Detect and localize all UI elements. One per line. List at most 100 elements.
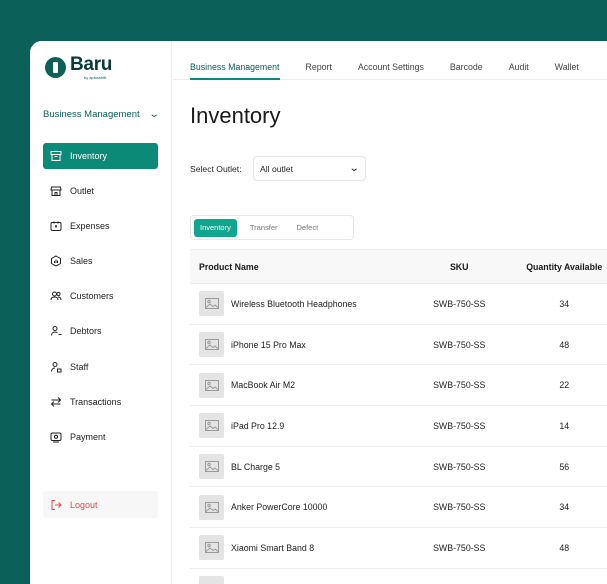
column-header-product-name[interactable]: Product Name xyxy=(190,262,410,272)
arrows-icon xyxy=(49,395,62,408)
chevron-down-icon: ⌄ xyxy=(148,109,160,120)
sidebar-nav: Inventory Outlet Expenses Sales Customer… xyxy=(43,143,158,459)
payment-icon xyxy=(49,430,62,443)
logout-icon xyxy=(49,498,62,511)
segment-control: Inventory Transfer Defect xyxy=(190,215,354,240)
sidebar-item-payment[interactable]: Payment xyxy=(43,424,158,450)
image-placeholder-icon xyxy=(199,291,224,317)
brand-name: Baru xyxy=(70,54,113,75)
brand-logo[interactable]: Baru by aplusshift xyxy=(45,55,112,80)
sidebar-item-inventory[interactable]: Inventory xyxy=(43,143,158,169)
tab-account-settings[interactable]: Account Settings xyxy=(358,41,424,80)
quantity-cell: 22 xyxy=(559,380,570,391)
quantity-cell: 14 xyxy=(559,420,570,431)
table-body: Wireless Bluetooth Headphones SWB-750-SS 3… xyxy=(190,284,607,584)
outlet-select[interactable]: All outlet ⌄ xyxy=(253,156,366,181)
app-window: Baru by aplusshift Business Management ⌄… xyxy=(30,41,607,584)
segment-transfer[interactable]: Transfer xyxy=(244,219,284,237)
section-selector-label: Business Management xyxy=(43,109,140,120)
table-header: Product Name SKU Quantity Available xyxy=(190,249,607,284)
table-row[interactable]: Anker PowerCore 10000 SWB-750-SS 34 xyxy=(190,487,607,529)
sidebar-item-expenses[interactable]: Expenses xyxy=(43,213,158,239)
logout-label: Logout xyxy=(70,499,98,510)
sidebar-item-label: Outlet xyxy=(70,186,95,197)
sidebar: Baru by aplusshift Business Management ⌄… xyxy=(30,41,172,584)
sales-icon xyxy=(49,255,62,268)
box-icon xyxy=(49,150,62,163)
table-row[interactable]: Wireless Bluetooth Headphones SWB-750-SS 3… xyxy=(190,284,607,325)
quantity-cell: 34 xyxy=(559,298,570,309)
tab-barcode[interactable]: Barcode xyxy=(450,41,483,80)
table-row[interactable]: BL Charge 5 SWB-750-SS 56 xyxy=(190,447,607,488)
product-name: iPhone 15 Pro Max xyxy=(231,339,306,350)
image-placeholder-icon xyxy=(199,413,224,439)
sku-cell: SWB-750-SS xyxy=(433,542,486,553)
product-name: Anker PowerCore 10000 xyxy=(231,502,328,513)
sku-cell: SWB-750-SS xyxy=(433,380,486,391)
staff-icon xyxy=(49,360,62,373)
sidebar-item-label: Transactions xyxy=(70,396,122,407)
column-header-sku[interactable]: SKU xyxy=(410,262,509,272)
sidebar-item-label: Sales xyxy=(70,256,93,267)
sidebar-item-label: Staff xyxy=(70,361,89,372)
table-row[interactable]: MacBook Air M2 SWB-750-SS 22 xyxy=(190,365,607,407)
sidebar-item-label: Inventory xyxy=(70,151,108,161)
sidebar-item-transactions[interactable]: Transactions xyxy=(43,389,158,415)
product-name: iPad Pro 12.9 xyxy=(231,420,285,431)
sku-cell: SWB-750-SS xyxy=(433,298,486,309)
sidebar-item-staff[interactable]: Staff xyxy=(43,354,158,380)
outlet-select-label: Select Outlet: xyxy=(190,164,242,174)
user-minus-icon xyxy=(49,325,62,338)
product-cell: Xiaomi Smart Band 8 xyxy=(190,535,410,561)
wallet-icon xyxy=(49,220,62,233)
main-content: Business Management Report Account Setti… xyxy=(173,41,607,584)
product-cell: iPad Pro 12.9 xyxy=(190,413,410,439)
store-icon xyxy=(49,185,62,198)
sidebar-item-debtors[interactable]: Debtors xyxy=(43,318,158,344)
tab-business-management[interactable]: Business Management xyxy=(190,41,280,80)
quantity-cell: 56 xyxy=(559,461,570,472)
column-header-quantity[interactable]: Quantity Available xyxy=(508,262,607,272)
section-selector[interactable]: Business Management ⌄ xyxy=(43,109,160,120)
product-cell: iPhone 15 Pro Max xyxy=(190,332,410,358)
inventory-table: Product Name SKU Quantity Available Wire… xyxy=(190,249,607,584)
product-name: Wireless Bluetooth Headphones xyxy=(231,298,357,309)
chevron-down-icon: ⌄ xyxy=(348,163,360,174)
sidebar-item-customers[interactable]: Customers xyxy=(43,283,158,309)
product-cell xyxy=(190,576,426,584)
table-row[interactable]: iPhone 15 Pro Max SWB-750-SS 48 xyxy=(190,325,607,366)
product-cell: MacBook Air M2 xyxy=(190,372,410,398)
quantity-cell: 48 xyxy=(559,542,570,553)
tab-report[interactable]: Report xyxy=(306,41,332,80)
top-navigation: Business Management Report Account Setti… xyxy=(173,41,607,80)
users-icon xyxy=(49,290,62,303)
sidebar-item-sales[interactable]: Sales xyxy=(43,248,158,274)
table-row[interactable]: Xiaomi Smart Band 8 SWB-750-SS 48 xyxy=(190,528,607,569)
table-row[interactable]: iPad Pro 12.9 SWB-750-SS 14 xyxy=(190,406,607,447)
logout-button[interactable]: Logout xyxy=(43,491,158,518)
brand-tagline: by aplusshift xyxy=(84,75,107,80)
table-row[interactable] xyxy=(190,569,607,584)
product-name: Xiaomi Smart Band 8 xyxy=(231,542,315,553)
logo-mark-icon xyxy=(45,57,66,78)
segment-defect[interactable]: Defect xyxy=(291,219,325,237)
page-title: Inventory xyxy=(190,103,281,128)
sidebar-item-outlet[interactable]: Outlet xyxy=(43,178,158,204)
segment-inventory[interactable]: Inventory xyxy=(194,218,237,237)
image-placeholder-icon xyxy=(199,535,224,561)
product-cell: Wireless Bluetooth Headphones xyxy=(190,291,410,317)
quantity-cell: 48 xyxy=(559,339,570,350)
product-cell: Anker PowerCore 10000 xyxy=(190,494,410,520)
image-placeholder-icon xyxy=(199,494,224,520)
outlet-select-value: All outlet xyxy=(260,163,293,174)
sidebar-item-label: Debtors xyxy=(70,326,102,337)
tab-wallet[interactable]: Wallet xyxy=(555,41,579,80)
tab-audit[interactable]: Audit xyxy=(509,41,529,80)
sku-cell: SWB-750-SS xyxy=(433,502,486,513)
sku-cell: SWB-750-SS xyxy=(433,339,486,350)
quantity-cell: 34 xyxy=(559,502,570,513)
image-placeholder-icon xyxy=(199,576,224,584)
image-placeholder-icon xyxy=(199,372,224,398)
product-name: BL Charge 5 xyxy=(231,461,281,472)
image-placeholder-icon xyxy=(199,454,224,480)
